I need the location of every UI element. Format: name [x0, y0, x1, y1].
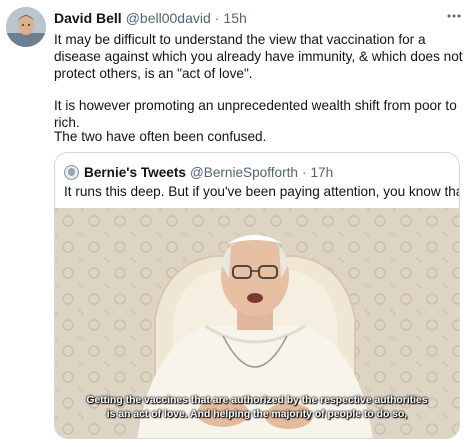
subtitle-line: is an act of love. And helping the major… — [106, 409, 408, 420]
quoted-tweet[interactable]: Bernie's Tweets @BernieSpofforth · 17h I… — [54, 152, 460, 439]
quoted-tweet-video[interactable]: Getting the vaccines that are authorized… — [55, 208, 459, 438]
video-subtitles: Getting the vaccines that are authorized… — [85, 394, 429, 422]
tweet-timestamp[interactable]: 15h — [223, 10, 246, 26]
quoted-tweet-timestamp[interactable]: 17h — [311, 165, 334, 180]
quoted-author-name[interactable]: Bernie's Tweets — [84, 165, 186, 180]
tweet-text-paragraph: The two have often been confused. — [54, 129, 267, 144]
quoted-header-separator: · — [301, 164, 307, 180]
author-name[interactable]: David Bell — [54, 10, 122, 26]
header-separator: · — [214, 10, 220, 26]
quoted-tweet-text: It runs this deep. But if you've been pa… — [64, 184, 460, 199]
avatar-image — [6, 7, 46, 47]
quoted-author-avatar[interactable] — [64, 164, 79, 180]
quoted-author-handle[interactable]: @BernieSpofforth — [190, 165, 298, 180]
tweet-text-paragraph: It is however promoting an unprecedented… — [54, 98, 457, 130]
quoted-tweet-header: Bernie's Tweets @BernieSpofforth · 17h — [64, 162, 333, 182]
more-horizontal-icon[interactable] — [444, 8, 464, 26]
tweet[interactable]: David Bell @bell00david · 15h It may be … — [0, 0, 474, 447]
tweet-header: David Bell @bell00david · 15h — [54, 10, 247, 28]
author-avatar[interactable] — [6, 7, 46, 47]
author-handle[interactable]: @bell00david — [126, 10, 211, 26]
tweet-text-paragraph: It may be difficult to understand the vi… — [54, 32, 463, 81]
subtitle-line: Getting the vaccines that are authorized… — [86, 395, 428, 406]
